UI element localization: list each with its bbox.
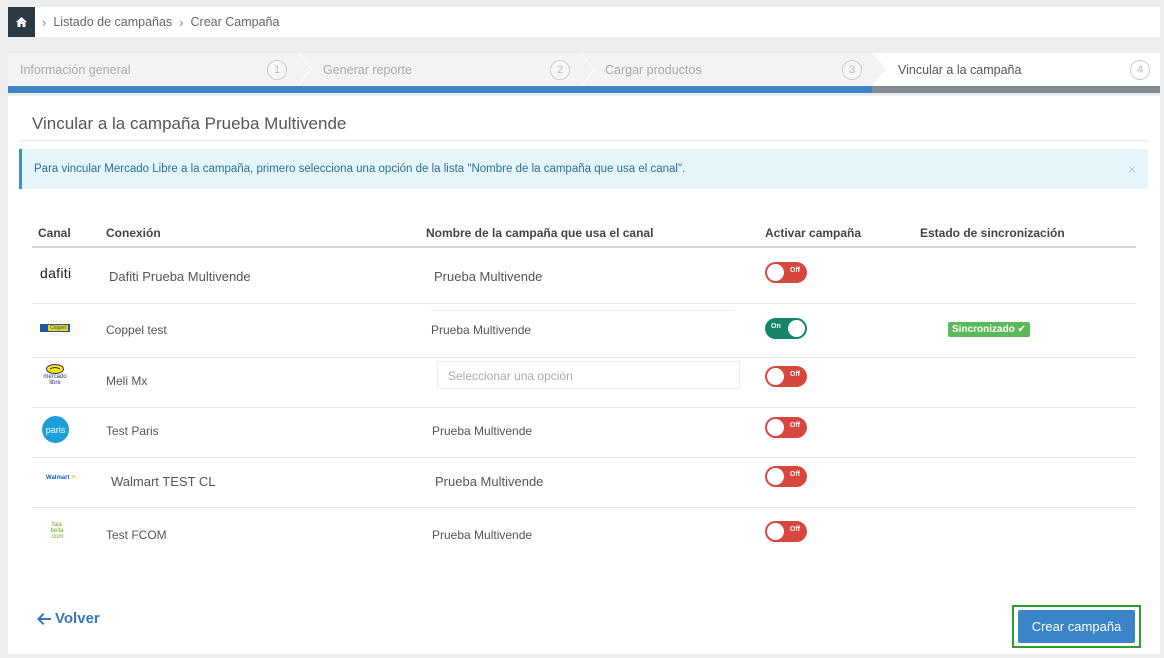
back-button[interactable]: Volver bbox=[37, 610, 100, 627]
connection-name: Dafiti Prueba Multivende bbox=[109, 269, 251, 284]
walmart-logo-text: Walmart bbox=[46, 475, 70, 481]
breadcrumb-item-create-campaign: Crear Campaña bbox=[190, 15, 280, 29]
chevron-right-icon: › bbox=[42, 14, 47, 30]
chevron-right-icon: › bbox=[179, 14, 184, 30]
connection-name: Meli Mx bbox=[106, 374, 148, 388]
create-button-highlight: Crear campaña bbox=[1012, 605, 1141, 648]
toggle-knob bbox=[767, 264, 784, 281]
coppel-logo: Coppel bbox=[40, 324, 70, 332]
breadcrumb: › Listado de campañas › Crear Campaña bbox=[8, 7, 1160, 37]
step-number: 4 bbox=[1130, 59, 1150, 80]
main-panel: Vincular a la campaña Prueba Multivende … bbox=[8, 96, 1160, 654]
wizard-steps: Información general 1 Generar reporte 2 … bbox=[8, 53, 1160, 93]
campaign-name: Prueba Multivende bbox=[435, 474, 544, 489]
toggle-label: Off bbox=[789, 422, 800, 429]
table-row: Coppel Coppel test Prueba Multivende On … bbox=[32, 304, 1136, 358]
activate-toggle[interactable]: Off bbox=[765, 417, 807, 438]
arrow-left-icon bbox=[37, 612, 51, 625]
back-label: Volver bbox=[55, 610, 100, 627]
step-link-campaign[interactable]: Vincular a la campaña 4 bbox=[872, 53, 1160, 93]
table-row: Walmart ✳ Walmart TEST CL Prueba Multive… bbox=[32, 458, 1136, 508]
column-header-sync-status: Estado de sincronización bbox=[920, 226, 1065, 240]
divider bbox=[20, 140, 1148, 141]
connection-name: Test FCOM bbox=[106, 528, 167, 542]
activate-toggle[interactable]: On bbox=[765, 318, 807, 339]
close-icon[interactable]: × bbox=[1128, 161, 1136, 177]
column-header-connection: Conexión bbox=[106, 226, 161, 240]
connection-name: Walmart TEST CL bbox=[111, 474, 216, 489]
toggle-knob bbox=[788, 320, 805, 337]
toggle-label: Off bbox=[789, 267, 800, 274]
divider bbox=[431, 310, 734, 311]
dafiti-logo: dafiti bbox=[40, 265, 72, 281]
activate-toggle[interactable]: Off bbox=[765, 262, 807, 283]
campaign-name: Prueba Multivende bbox=[434, 269, 543, 284]
handshake-icon bbox=[46, 364, 64, 374]
falabella-logo: fala bella .com bbox=[50, 522, 64, 540]
alert-text: Para vincular Mercado Libre a la campaña… bbox=[34, 163, 686, 175]
step-number: 1 bbox=[267, 59, 287, 80]
step-label: Generar reporte bbox=[323, 62, 412, 77]
coppel-logo-text: Coppel bbox=[48, 325, 68, 331]
step-label: Vincular a la campaña bbox=[898, 62, 1022, 77]
toggle-knob bbox=[767, 419, 784, 436]
toggle-knob bbox=[767, 468, 784, 485]
home-button[interactable] bbox=[8, 7, 35, 37]
column-header-activate: Activar campaña bbox=[765, 226, 862, 240]
step-number: 2 bbox=[550, 59, 570, 80]
toggle-knob bbox=[767, 368, 784, 385]
step-generate-report[interactable]: Generar reporte 2 bbox=[297, 53, 595, 93]
info-alert: Para vincular Mercado Libre a la campaña… bbox=[19, 149, 1148, 189]
step-number: 3 bbox=[842, 59, 862, 80]
activate-toggle[interactable]: Off bbox=[765, 466, 807, 487]
walmart-logo: Walmart ✳ bbox=[46, 474, 76, 481]
breadcrumb-item-campaign-list[interactable]: Listado de campañas bbox=[53, 15, 172, 29]
table-row: dafiti Dafiti Prueba Multivende Prueba M… bbox=[32, 250, 1136, 304]
connection-name: Coppel test bbox=[106, 323, 167, 337]
mercado-libre-logo: mercado libre bbox=[40, 364, 70, 386]
step-label: Cargar productos bbox=[605, 62, 702, 77]
campaign-name: Prueba Multivende bbox=[432, 424, 533, 438]
connection-name: Test Paris bbox=[106, 424, 159, 438]
toggle-label: Off bbox=[789, 371, 800, 378]
table-row: paris Test Paris Prueba Multivende Off bbox=[32, 408, 1136, 458]
activate-toggle[interactable]: Off bbox=[765, 521, 807, 542]
page-title: Vincular a la campaña Prueba Multivende bbox=[32, 114, 347, 133]
home-icon bbox=[16, 17, 27, 27]
table-row: fala bella .com Test FCOM Prueba Multive… bbox=[32, 508, 1136, 562]
campaign-name: Prueba Multivende bbox=[431, 323, 532, 337]
step-label: Información general bbox=[20, 62, 131, 77]
campaign-select[interactable]: Seleccionar una opción bbox=[437, 361, 740, 389]
toggle-knob bbox=[767, 523, 784, 540]
paris-logo: paris bbox=[42, 416, 69, 443]
toggle-label: Off bbox=[789, 526, 800, 533]
toggle-label: Off bbox=[789, 471, 800, 478]
column-header-channel: Canal bbox=[38, 226, 71, 240]
activate-toggle[interactable]: Off bbox=[765, 366, 807, 387]
table-row: mercado libre Meli Mx Seleccionar una op… bbox=[32, 358, 1136, 408]
mercado-libre-logo-text: mercado libre bbox=[43, 374, 67, 386]
create-campaign-button[interactable]: Crear campaña bbox=[1018, 610, 1135, 643]
step-general-info[interactable]: Información general 1 bbox=[8, 53, 312, 93]
step-load-products[interactable]: Cargar productos 3 bbox=[580, 53, 887, 93]
status-badge: Sincronizado ✔ bbox=[948, 322, 1030, 337]
column-header-campaign-name: Nombre de la campaña que usa el canal bbox=[426, 226, 654, 240]
spark-icon: ✳ bbox=[69, 475, 77, 481]
toggle-label: On bbox=[771, 323, 781, 330]
campaign-name: Prueba Multivende bbox=[432, 528, 533, 542]
table-header: Canal Conexión Nombre de la campaña que … bbox=[32, 220, 1136, 248]
